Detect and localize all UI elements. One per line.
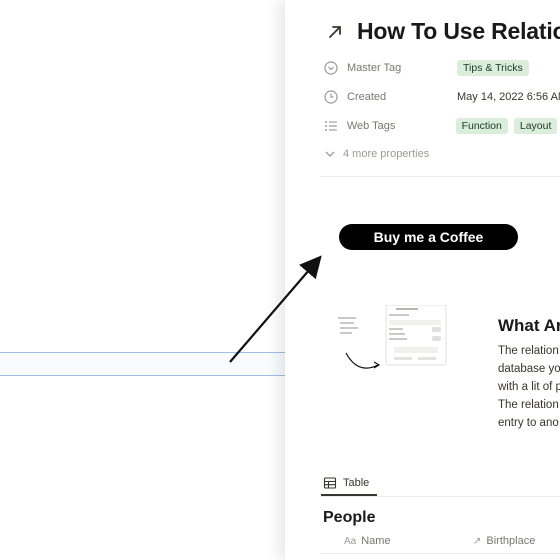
column-label: Birthplace [486,535,536,547]
database-title[interactable]: People [323,509,375,527]
relation-screenshot-image [336,305,447,369]
body-text-line: database yo [498,363,560,375]
chevron-down-icon [325,151,335,157]
clock-icon [324,90,338,104]
page-peek-panel: How To Use Relatio Master Tag Tips & Tri… [285,0,560,560]
section-heading: What Ar [498,316,560,335]
tag-layout[interactable]: Layout [513,118,558,134]
buy-me-a-coffee-button[interactable]: Buy me a Coffee [339,224,518,250]
property-created[interactable]: Created May 14, 2022 6:56 AM [323,86,560,108]
header-row-border [320,553,560,554]
tab-bar-border [320,496,560,497]
arrow-up-right-icon[interactable] [325,22,345,42]
relation-icon: ↗ [473,535,482,547]
background-canvas [0,0,285,560]
more-properties-label: 4 more properties [343,148,430,160]
tag-tips-tricks[interactable]: Tips & Tricks [457,60,529,76]
select-icon [324,61,338,75]
property-web-tags[interactable]: Web Tags Function Layout R [323,115,560,137]
tab-table-view[interactable]: Table [323,476,369,490]
tab-label: Table [343,477,370,489]
page-title: How To Use Relatio [357,18,560,44]
property-master-tag[interactable]: Master Tag Tips & Tricks [323,57,560,79]
property-value[interactable]: Tips & Tricks [457,60,529,76]
text-property-icon: Aa [344,535,357,547]
property-value-created: May 14, 2022 6:56 AM [457,91,560,103]
page-title-row: How To Use Relatio [325,18,560,45]
body-text-line: The relation [498,345,559,357]
column-header-name[interactable]: Aa Name [344,535,391,547]
divider [320,176,560,177]
selection-band [0,352,285,376]
tag-function[interactable]: Function [455,118,508,134]
table-icon [323,477,337,489]
list-icon [324,121,337,131]
body-text-line: entry to ano [498,417,559,429]
property-name: Master Tag [347,62,402,74]
column-header-birthplace[interactable]: ↗ Birthplace [473,535,535,547]
more-properties-toggle[interactable]: 4 more properties [323,147,429,161]
body-text-line: with a lit of p [498,381,560,393]
column-label: Name [361,535,391,547]
property-name: Created [347,91,387,103]
body-text-line: The relation [498,399,559,411]
property-value[interactable]: Function Layout R [455,118,560,134]
property-name: Web Tags [346,120,396,132]
